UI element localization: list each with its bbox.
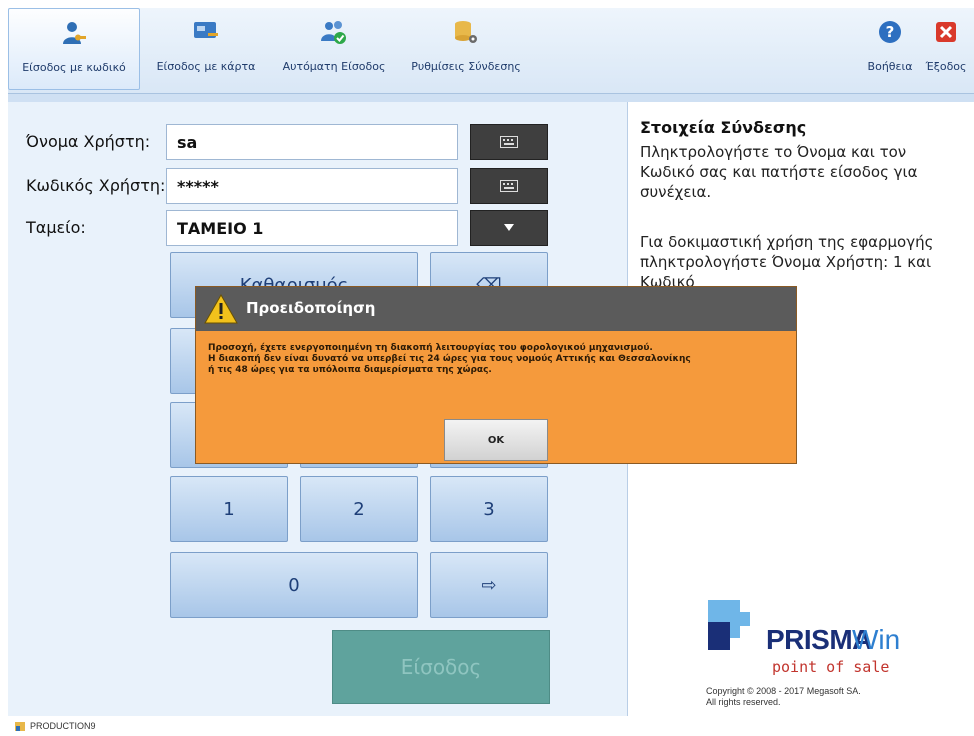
connection-settings-button[interactable]: Ρυθμίσεις Σύνδεσης xyxy=(396,8,536,90)
close-icon xyxy=(932,18,960,46)
info-paragraph-2: Για δοκιμαστική χρήση της εφαρμογής πληκ… xyxy=(640,233,934,291)
exit-label: Έξοδος xyxy=(925,60,967,73)
dialog-title: Προειδοποίηση xyxy=(246,299,376,317)
connection-settings-label: Ρυθμίσεις Σύνδεσης xyxy=(411,60,521,73)
keyboard-icon xyxy=(500,180,518,192)
help-button[interactable]: ? Βοήθεια xyxy=(862,8,918,90)
key-2-label: 2 xyxy=(353,498,365,520)
logo-brand-suffix: Win xyxy=(852,624,901,655)
card-icon xyxy=(192,18,220,46)
info-title: Στοιχεία Σύνδεσης xyxy=(640,118,807,137)
password-keyboard-button[interactable] xyxy=(470,168,548,204)
ok-button[interactable]: OK xyxy=(444,419,548,461)
key-0[interactable]: 0 xyxy=(170,552,418,618)
login-code-label: Είσοδος με κωδικό xyxy=(22,61,126,74)
info-paragraph-1: Πληκτρολογήστε το Όνομα και τον Κωδικό σ… xyxy=(640,143,918,201)
enter-button[interactable]: Είσοδος xyxy=(332,630,550,704)
login-code-button[interactable]: Είσοδος με κωδικό xyxy=(8,8,140,90)
warning-icon xyxy=(204,294,238,324)
copyright-line-1: Copyright © 2008 - 2017 Megasoft SA. xyxy=(706,686,861,696)
database-icon xyxy=(15,722,25,731)
dialog-header: Προειδοποίηση xyxy=(196,287,796,331)
chevron-down-icon xyxy=(504,224,514,231)
dialog-message-line-3: ή τις 48 ώρες για τα υπόλοιπα διαμερίσμα… xyxy=(208,365,492,375)
username-label: Όνομα Χρήστη: xyxy=(26,132,151,151)
key-3[interactable]: 3 xyxy=(430,476,548,542)
enter-button-label: Είσοδος xyxy=(400,655,482,679)
login-card-label: Είσοδος με κάρτα xyxy=(156,60,256,73)
ok-button-label: OK xyxy=(487,434,505,446)
warning-dialog: Προειδοποίηση Προσοχή, έχετε ενεργοποιημ… xyxy=(195,286,797,464)
copyright: Copyright © 2008 - 2017 Megasoft SA. All… xyxy=(706,686,906,708)
keyboard-icon xyxy=(500,136,518,148)
key-1[interactable]: 1 xyxy=(170,476,288,542)
exit-button[interactable]: Έξοδος xyxy=(918,8,974,90)
key-3-label: 3 xyxy=(483,498,495,520)
key-2[interactable]: 2 xyxy=(300,476,418,542)
register-label: Ταμείο: xyxy=(26,218,86,237)
logo-tagline: point of sale xyxy=(772,658,890,676)
production-indicator: PRODUCTION9 xyxy=(14,720,96,732)
register-field[interactable]: ΤΑΜΕΙΟ 1 xyxy=(166,210,458,246)
password-label: Κωδικός Χρήστη: xyxy=(26,176,166,195)
key-0-label: 0 xyxy=(288,574,300,596)
username-keyboard-button[interactable] xyxy=(470,124,548,160)
arrow-right-icon: ⇨ xyxy=(481,574,497,596)
copyright-line-2: All rights reserved. xyxy=(706,697,781,707)
next-key[interactable]: ⇨ xyxy=(430,552,548,618)
login-card-button[interactable]: Είσοδος με κάρτα xyxy=(140,8,272,90)
database-gear-icon xyxy=(452,18,480,46)
auto-login-button[interactable]: Αυτόματη Είσοδος xyxy=(272,8,396,90)
svg-text:?: ? xyxy=(886,23,895,41)
auto-login-label: Αυτόματη Είσοδος xyxy=(282,60,386,73)
help-label: Βοήθεια xyxy=(867,60,913,73)
register-dropdown-button[interactable] xyxy=(470,210,548,246)
production-label: PRODUCTION9 xyxy=(30,721,96,731)
ribbon-divider xyxy=(8,94,974,102)
dialog-message-line-2: Η διακοπή δεν είναι δυνατό να υπερβεί τι… xyxy=(208,354,691,364)
users-check-icon xyxy=(320,18,348,46)
puzzle-logo-icon xyxy=(708,600,750,650)
key-1-label: 1 xyxy=(223,498,235,520)
status-bar xyxy=(0,716,974,736)
username-field[interactable]: sa xyxy=(166,124,458,160)
help-icon: ? xyxy=(876,18,904,46)
dialog-message: Προσοχή, έχετε ενεργοποιημένη τη διακοπή… xyxy=(208,343,788,376)
user-key-icon xyxy=(60,19,88,47)
ribbon-toolbar: Είσοδος με κωδικό Είσοδος με κάρτα Αυτόμ… xyxy=(8,8,974,94)
dialog-message-line-1: Προσοχή, έχετε ενεργοποιημένη τη διακοπή… xyxy=(208,343,653,353)
password-field[interactable]: ***** xyxy=(166,168,458,204)
